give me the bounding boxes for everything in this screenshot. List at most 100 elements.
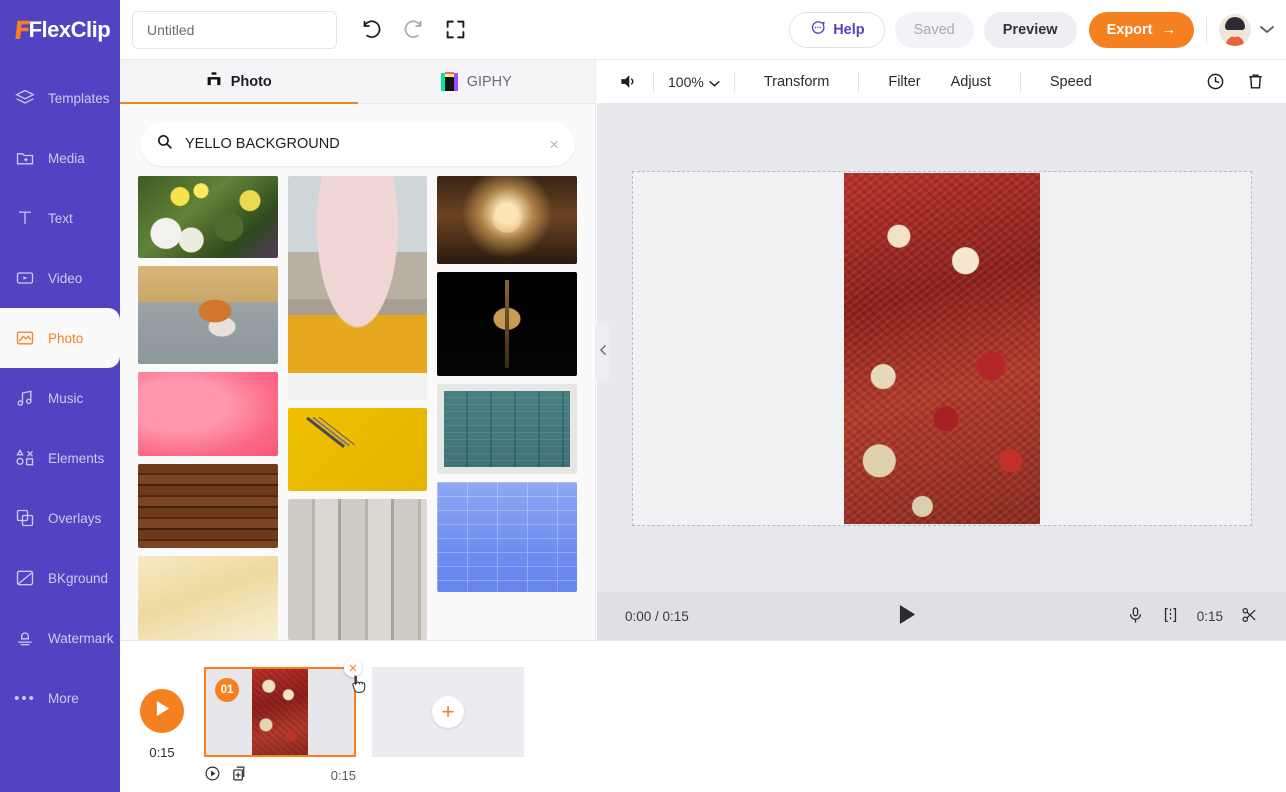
yellow-flowers-photo[interactable] <box>138 176 278 259</box>
library-tabs: Photo GIPHY <box>120 60 595 104</box>
preview-canvas[interactable] <box>631 170 1252 526</box>
preview-area: 100% Transform Filter Adjust Speed 0:00 … <box>597 60 1286 640</box>
sidebar-item-more[interactable]: ••• More <box>0 668 120 728</box>
trash-icon[interactable] <box>1244 71 1266 93</box>
microphone-icon[interactable] <box>1127 606 1144 627</box>
left-sidebar: F FlexClip Templates Media Text Video Ph… <box>0 0 120 792</box>
timeline-play-button[interactable] <box>140 689 184 733</box>
chevron-down-icon <box>709 74 720 90</box>
sidebar-item-label: Text <box>48 210 73 226</box>
honey-dipper-photo[interactable] <box>437 272 578 376</box>
play-icon[interactable] <box>898 604 917 628</box>
tab-photo[interactable]: Photo <box>120 60 358 104</box>
avatar-body <box>1226 35 1244 46</box>
photo-tab-icon <box>206 72 222 91</box>
shapes-icon <box>14 447 36 469</box>
panel-collapse-toggle[interactable] <box>596 324 610 380</box>
help-label: Help <box>833 21 865 38</box>
grey-wood-planks-photo[interactable] <box>287 498 428 640</box>
sidebar-item-label: Elements <box>48 450 105 466</box>
undo-icon[interactable] <box>359 18 383 42</box>
speaker-icon[interactable] <box>617 71 639 93</box>
fullscreen-icon[interactable] <box>443 18 467 42</box>
sidebar-item-label: More <box>48 690 79 706</box>
watermark-icon <box>14 627 36 649</box>
folder-plus-icon <box>14 147 36 169</box>
app-logo[interactable]: F FlexClip <box>0 0 120 60</box>
add-clip-button[interactable]: + <box>372 667 524 757</box>
sidebar-item-templates[interactable]: Templates <box>0 68 120 128</box>
playback-controls: 0:00 / 0:15 0:15 <box>597 592 1286 640</box>
avatar[interactable] <box>1219 13 1251 46</box>
search-bar[interactable]: × <box>140 122 575 166</box>
sidebar-items: Templates Media Text Video Photo Music E… <box>0 68 120 728</box>
timeline-clip[interactable]: 01 × <box>204 659 366 757</box>
history-controls <box>359 18 467 42</box>
sidebar-item-elements[interactable]: Elements <box>0 428 120 488</box>
play-circle-icon[interactable] <box>204 765 221 785</box>
music-note-icon <box>14 387 36 409</box>
sidebar-item-bkground[interactable]: BKground <box>0 548 120 608</box>
sidebar-item-photo[interactable]: Photo <box>0 296 120 380</box>
search-input[interactable] <box>185 136 538 152</box>
arrow-right-icon: → <box>1161 21 1177 38</box>
sidebar-item-media[interactable]: Media <box>0 128 120 188</box>
export-label: Export <box>1106 21 1153 38</box>
ellipsis-icon: ••• <box>14 689 36 707</box>
filter-button[interactable]: Filter <box>873 74 935 90</box>
zoom-level-dropdown[interactable]: 100% <box>668 74 720 90</box>
photo-library-panel: Photo GIPHY × <box>120 60 596 640</box>
split-icon[interactable] <box>1162 606 1179 627</box>
tab-giphy[interactable]: GIPHY <box>358 60 596 103</box>
toolbar-divider <box>1019 71 1021 92</box>
blue-brick-wall-photo[interactable] <box>437 482 578 592</box>
sidebar-item-label: Photo <box>48 330 84 346</box>
time-display: 0:00 / 0:15 <box>625 608 689 624</box>
spice-berry-mix-photo[interactable] <box>843 172 1040 524</box>
timeline: 0:15 01 × 0:15 + <box>120 640 1286 792</box>
project-title-input[interactable] <box>132 10 337 49</box>
yellow-background-pencils-photo[interactable] <box>287 408 428 491</box>
tab-photo-label: Photo <box>230 73 272 90</box>
help-button[interactable]: Help <box>789 11 885 48</box>
teal-brick-wall-photo[interactable] <box>437 384 578 474</box>
search-icon <box>156 133 173 155</box>
sidebar-item-label: Watermark <box>48 630 114 646</box>
chevron-left-icon <box>599 343 608 361</box>
timeline-clip-wrapper: 01 × 0:15 <box>204 659 366 785</box>
top-toolbar: Help Saved Preview Export → <box>120 0 1286 60</box>
sidebar-item-overlays[interactable]: Overlays <box>0 488 120 548</box>
photo-column-2 <box>287 176 428 640</box>
export-button[interactable]: Export → <box>1088 11 1194 48</box>
saved-status-button[interactable]: Saved <box>894 11 974 48</box>
flexclip-editor: F FlexClip Templates Media Text Video Ph… <box>0 0 1286 792</box>
toolbar-divider <box>858 71 860 92</box>
chevron-down-icon[interactable] <box>1260 21 1274 39</box>
boy-in-turban-photo[interactable] <box>287 176 428 400</box>
close-icon[interactable]: × <box>344 659 362 677</box>
photo-results-grid[interactable] <box>120 176 595 640</box>
sidebar-item-watermark[interactable]: Watermark <box>0 608 120 668</box>
dark-wood-planks-photo[interactable] <box>138 463 278 548</box>
woman-with-sparkler-photo[interactable] <box>437 176 578 264</box>
avatar-hair <box>1225 16 1245 30</box>
clock-icon[interactable] <box>1204 71 1226 93</box>
adjust-button[interactable]: Adjust <box>936 74 1006 90</box>
sidebar-item-text[interactable]: Text <box>0 188 120 248</box>
playback-right-tools: 0:15 <box>1127 606 1258 627</box>
transform-button[interactable]: Transform <box>749 74 845 90</box>
sidebar-item-label: Overlays <box>48 510 102 526</box>
orange-cat-photo[interactable] <box>138 266 278 364</box>
scissors-icon[interactable] <box>1241 606 1258 627</box>
preview-button[interactable]: Preview <box>983 11 1077 48</box>
pink-watercolor-photo[interactable] <box>138 371 278 456</box>
sidebar-item-video[interactable]: Video <box>0 248 120 308</box>
sidebar-item-label: Templates <box>48 90 110 106</box>
close-icon[interactable]: × <box>549 136 559 153</box>
cream-paper-texture-photo[interactable] <box>138 555 278 640</box>
clip-duration: 0:15 <box>330 767 356 783</box>
speed-button[interactable]: Speed <box>1035 74 1107 90</box>
redo-icon[interactable] <box>401 18 425 42</box>
sidebar-item-music[interactable]: Music <box>0 368 120 428</box>
duplicate-icon[interactable] <box>231 765 248 785</box>
